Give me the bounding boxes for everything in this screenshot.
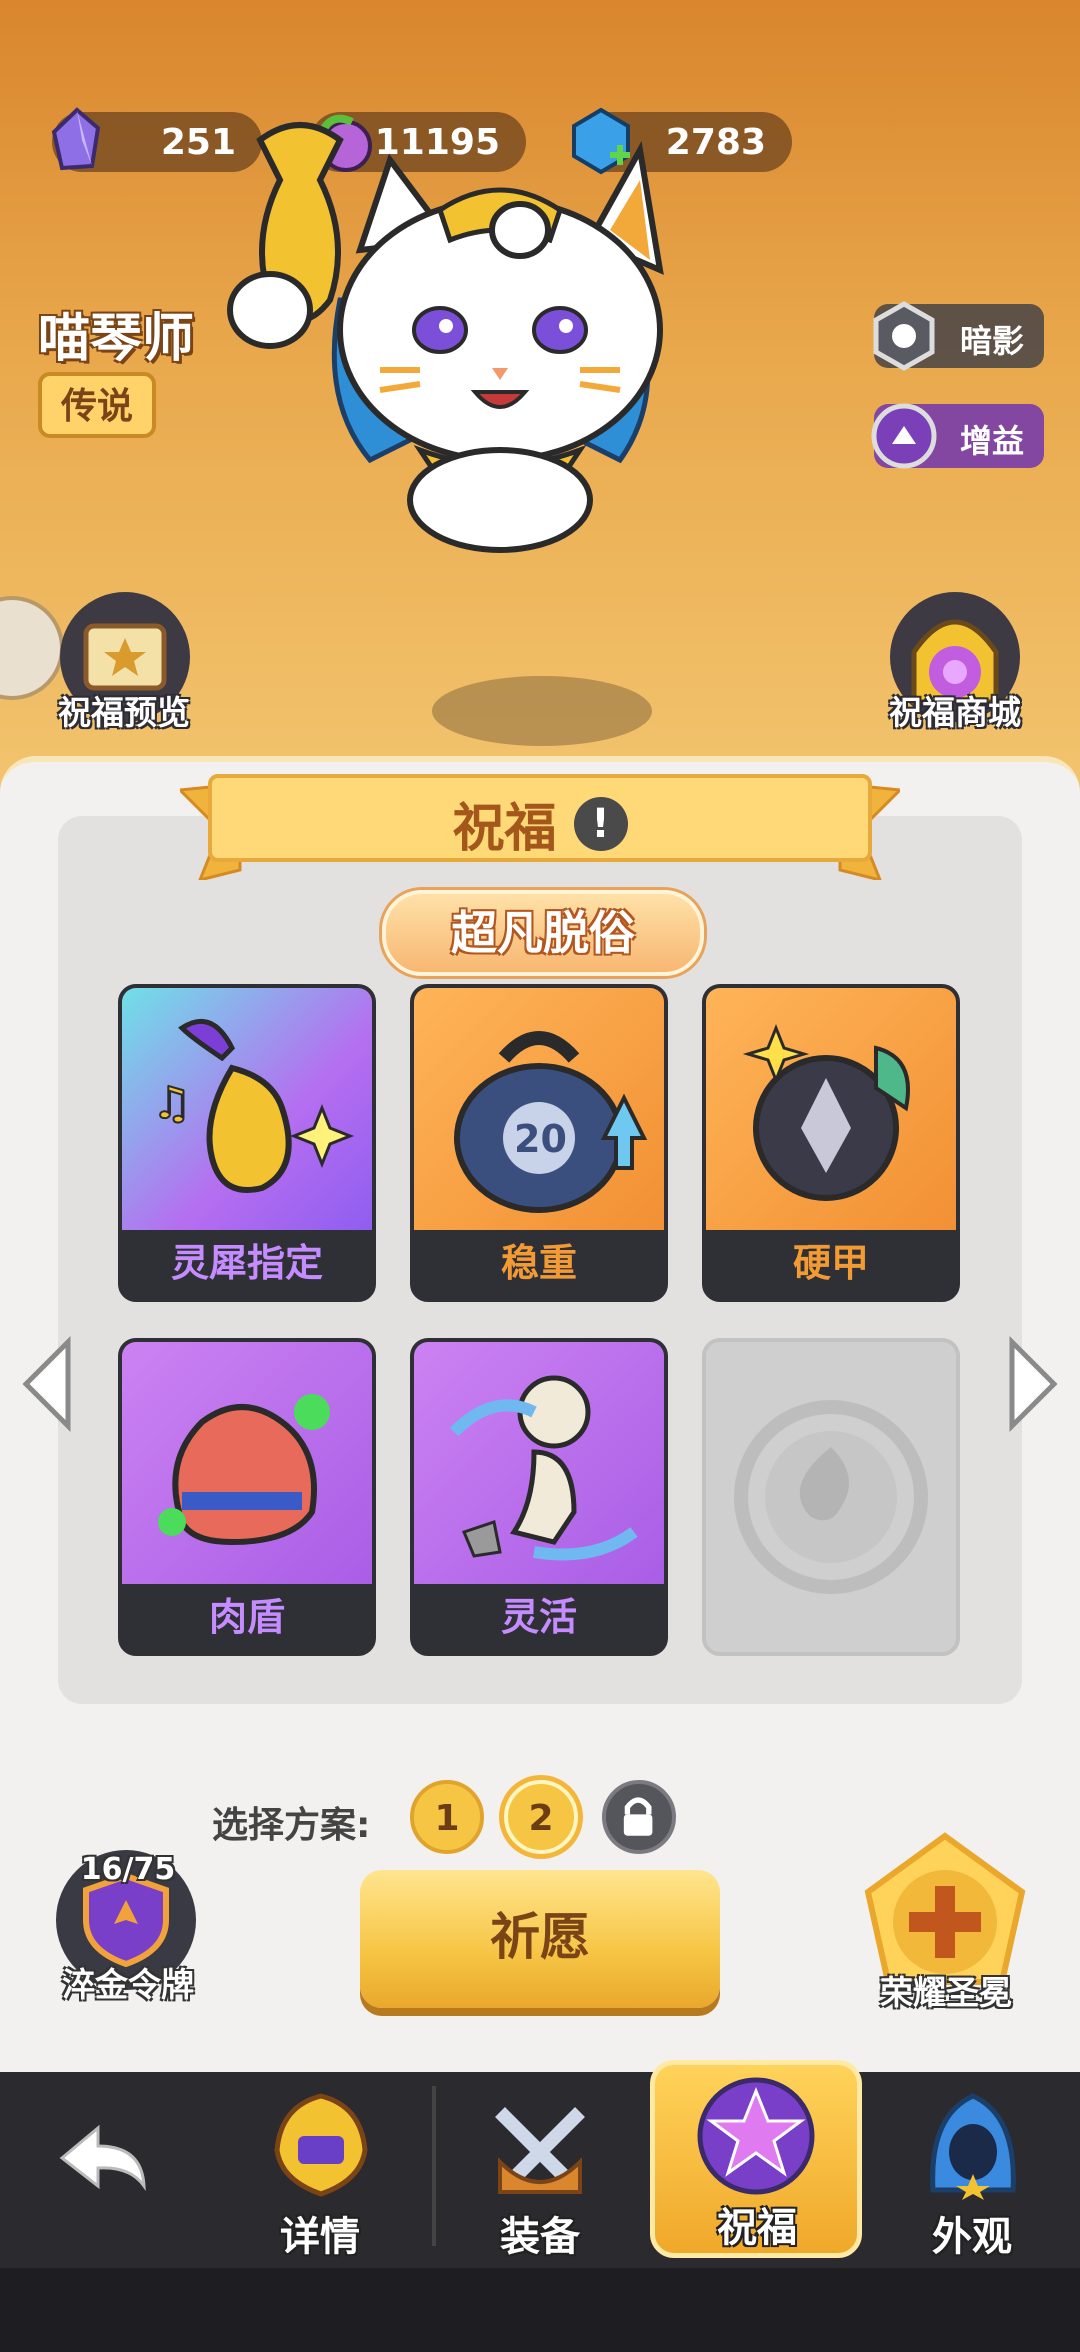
previous-page-arrow-icon[interactable] xyxy=(20,1336,74,1432)
card-name: 肉盾 xyxy=(208,1595,285,1639)
svg-text:♫: ♫ xyxy=(152,1078,191,1129)
card-name: 硬甲 xyxy=(792,1241,869,1285)
empty-blessing-slot[interactable] xyxy=(702,1338,960,1656)
locked-plan-button[interactable] xyxy=(602,1780,676,1854)
flexed-arm-icon xyxy=(158,1394,330,1546)
blessing-card[interactable]: 肉盾 xyxy=(118,1338,376,1656)
plan-2-button[interactable]: 2 xyxy=(504,1780,578,1854)
tag-label: 暗影 xyxy=(959,322,1024,360)
weight-20-icon: 20 xyxy=(454,1031,648,1213)
card-art xyxy=(122,1342,372,1584)
nav-label: 外观 xyxy=(932,2214,1012,2260)
nav-label: 装备 xyxy=(500,2214,580,2260)
card-art: ♫ xyxy=(122,988,372,1230)
blessing-card[interactable]: ♫ 灵犀指定 xyxy=(118,984,376,1302)
shadow-icon xyxy=(873,301,935,371)
medal-label: 淬金令牌 xyxy=(62,1965,194,2004)
pray-button[interactable]: 祈愿 xyxy=(360,1870,720,2008)
armor-icon xyxy=(742,1023,910,1201)
dodge-icon xyxy=(449,1375,638,1561)
nav-label: 祝福 xyxy=(717,2205,797,2251)
panel-title-text: 祝福 xyxy=(452,799,557,859)
star-orb-icon xyxy=(697,2077,815,2195)
nav-label: 详情 xyxy=(280,2214,360,2260)
tag-buff[interactable]: 增益 xyxy=(871,403,1044,469)
nav-blessing-tab-active[interactable]: 祝福 xyxy=(650,2060,862,2258)
card-name: 灵活 xyxy=(500,1595,577,1639)
hero-character-illustration xyxy=(227,122,664,553)
info-icon[interactable]: ! xyxy=(573,796,628,851)
nav-details-tab[interactable]: 详情 xyxy=(220,2086,420,2286)
plan-label: 选择方案: xyxy=(212,1805,371,1846)
next-page-arrow-icon[interactable] xyxy=(1006,1336,1060,1432)
swords-icon xyxy=(495,2107,585,2194)
card-art xyxy=(706,988,956,1230)
medal-progress: 16/75 xyxy=(80,1852,176,1887)
hero-shadow xyxy=(432,676,652,746)
crown-label: 荣耀圣冕 xyxy=(880,1973,1012,2012)
nav-equipment-tab[interactable]: 装备 xyxy=(440,2086,640,2286)
card-name: 灵犀指定 xyxy=(170,1241,323,1285)
blessing-card[interactable]: 硬甲 xyxy=(702,984,960,1302)
plan-1-button[interactable]: 1 xyxy=(410,1780,484,1854)
hood-icon xyxy=(930,2093,1016,2200)
blessing-card[interactable]: 灵活 xyxy=(410,1338,668,1656)
panel-title: 祝福 ! xyxy=(0,786,1080,861)
tier-label: 超凡脱俗 xyxy=(382,890,704,976)
tag-label: 增益 xyxy=(959,422,1024,460)
golden-lute-icon: ♫ xyxy=(151,1018,355,1193)
crystal-icon xyxy=(51,107,101,171)
nav-divider xyxy=(432,2086,436,2246)
hero-name: 喵琴师 xyxy=(38,309,195,369)
blessing-shop-label: 祝福商城 xyxy=(889,693,1021,732)
svg-text:20: 20 xyxy=(514,1117,567,1161)
buff-icon xyxy=(871,403,937,469)
empty-slot-icon xyxy=(734,1400,928,1594)
blessing-preview-label: 祝福预览 xyxy=(58,693,190,732)
helmet-icon xyxy=(274,2093,368,2197)
rarity-badge[interactable]: 传说 xyxy=(38,372,156,438)
card-art: 20 xyxy=(414,988,664,1230)
lock-icon xyxy=(623,1797,653,1836)
blessing-card[interactable]: 20 稳重 xyxy=(410,984,668,1302)
card-name: 稳重 xyxy=(500,1241,577,1285)
card-art xyxy=(414,1342,664,1584)
back-arrow-icon[interactable] xyxy=(56,2122,150,2198)
tag-shadow[interactable]: 暗影 xyxy=(873,301,1044,371)
nav-appearance-tab[interactable]: 外观 xyxy=(872,2086,1072,2286)
